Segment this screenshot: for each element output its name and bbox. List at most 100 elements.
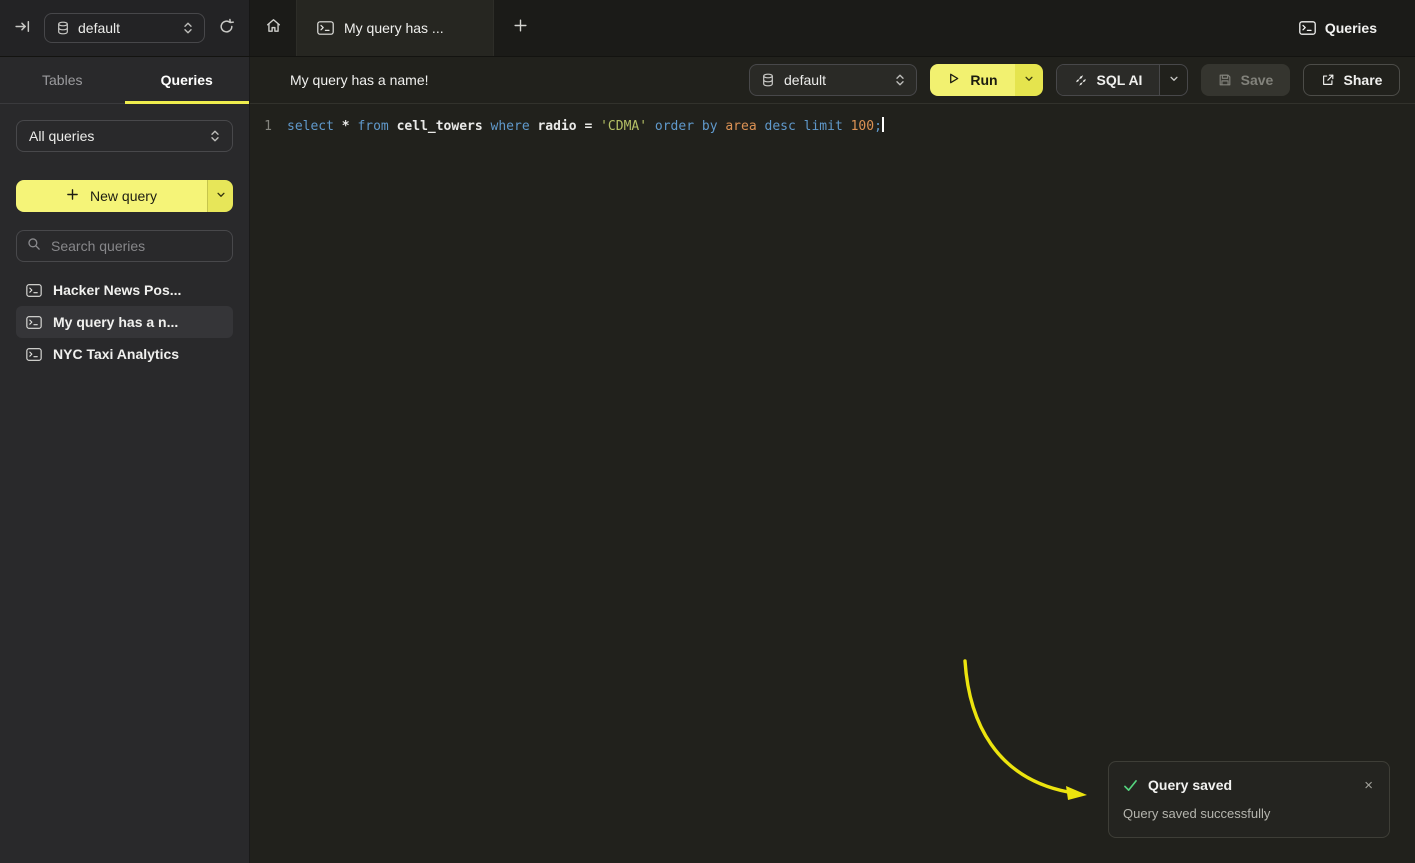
- toast-message: Query saved successfully: [1123, 806, 1375, 821]
- sql-token-keyword: select: [287, 119, 342, 134]
- save-icon: [1218, 73, 1232, 87]
- saved-query-label: Hacker News Pos...: [53, 282, 181, 298]
- updown-chevron-icon: [210, 129, 220, 143]
- query-header: My query has a name! default: [250, 57, 1415, 104]
- sql-code: select * from cell_towers where radio = …: [287, 116, 884, 138]
- new-query-label: New query: [90, 188, 157, 204]
- toast-close-button[interactable]: ×: [1362, 778, 1375, 793]
- new-query-split-button: New query: [16, 180, 233, 212]
- queries-indicator[interactable]: Queries: [1299, 0, 1415, 56]
- sql-ai-label: SQL AI: [1097, 72, 1143, 88]
- sql-token-keyword: where: [491, 119, 538, 134]
- query-filter-value: All queries: [29, 128, 94, 144]
- refresh-button[interactable]: [218, 18, 235, 38]
- sql-token-operator: =: [584, 119, 600, 134]
- home-button[interactable]: [250, 0, 296, 56]
- toolbar-database-value: default: [784, 72, 826, 88]
- down-chevron-icon: [1169, 71, 1179, 89]
- share-icon: [1321, 73, 1335, 87]
- text-cursor: [882, 117, 884, 132]
- sql-ai-dropdown-button[interactable]: [1159, 65, 1187, 95]
- saved-query-item[interactable]: Hacker News Pos...: [16, 274, 233, 306]
- sql-token-identifier: cell_towers: [397, 119, 491, 134]
- search-queries-field: [16, 230, 233, 262]
- run-button[interactable]: Run: [930, 64, 1015, 96]
- queries-indicator-label: Queries: [1325, 20, 1377, 36]
- sidebar: Tables Queries All queries: [0, 57, 250, 863]
- toast-title: Query saved: [1148, 777, 1232, 793]
- new-query-button[interactable]: New query: [16, 180, 207, 212]
- save-label: Save: [1241, 72, 1274, 88]
- sql-console-app: default: [0, 0, 1415, 863]
- plus-icon: [513, 18, 528, 38]
- sql-token-keyword: desc: [765, 119, 804, 134]
- database-icon: [56, 21, 70, 35]
- updown-chevron-icon: [183, 21, 193, 35]
- play-icon: [947, 72, 960, 88]
- sidebar-tab-queries[interactable]: Queries: [125, 57, 250, 103]
- saved-queries-list: Hacker News Pos... My query has a n...: [16, 274, 233, 370]
- topbar-database-selector[interactable]: default: [44, 13, 205, 43]
- saved-query-label: My query has a n...: [53, 314, 178, 330]
- body: Tables Queries All queries: [0, 57, 1415, 863]
- sql-token-identifier: radio: [537, 119, 584, 134]
- topbar: default: [0, 0, 1415, 57]
- saved-query-item[interactable]: My query has a n...: [16, 306, 233, 338]
- topbar-database-value: default: [78, 20, 120, 36]
- down-chevron-icon: [216, 187, 226, 205]
- run-split-button: Run: [930, 64, 1043, 96]
- saved-query-item[interactable]: NYC Taxi Analytics: [16, 338, 233, 370]
- query-title: My query has a name!: [290, 72, 429, 88]
- terminal-icon: [26, 348, 42, 361]
- sql-ai-button[interactable]: SQL AI: [1057, 65, 1159, 95]
- search-queries-input[interactable]: [49, 237, 222, 255]
- new-query-dropdown-button[interactable]: [207, 180, 233, 212]
- sql-editor[interactable]: 1 select * from cell_towers where radio …: [250, 104, 1415, 863]
- terminal-icon: [26, 316, 42, 329]
- sql-token-punct: ;: [874, 119, 882, 134]
- run-dropdown-button[interactable]: [1015, 64, 1043, 96]
- plus-icon: [66, 188, 79, 204]
- toolbar-database-selector[interactable]: default: [749, 64, 917, 96]
- query-toolbar: default: [749, 64, 1400, 96]
- sidebar-tab-tables[interactable]: Tables: [0, 57, 125, 103]
- sql-token-keyword: from: [357, 119, 396, 134]
- tab-label: My query has ...: [344, 20, 444, 36]
- check-icon: [1123, 779, 1138, 792]
- share-label: Share: [1344, 72, 1383, 88]
- home-icon: [265, 17, 282, 39]
- sidebar-tab-tables-label: Tables: [42, 72, 82, 88]
- sidebar-content: All queries New query: [0, 104, 249, 386]
- sql-token-keyword: limit: [804, 119, 851, 134]
- collapse-sidebar-icon: [14, 18, 31, 38]
- refresh-icon: [218, 18, 235, 38]
- sql-ai-split-button: SQL AI: [1056, 64, 1188, 96]
- terminal-icon: [1299, 21, 1316, 35]
- terminal-icon: [317, 21, 334, 35]
- query-filter-select[interactable]: All queries: [16, 120, 233, 152]
- new-tab-button[interactable]: [494, 0, 546, 56]
- sql-token-string: 'CDMA': [600, 119, 655, 134]
- sql-token-operator: *: [342, 119, 358, 134]
- down-chevron-icon: [1024, 71, 1034, 89]
- sparkles-icon: [1074, 73, 1088, 87]
- close-icon: ×: [1364, 777, 1373, 794]
- sidebar-tabs: Tables Queries: [0, 57, 249, 104]
- search-icon: [27, 237, 41, 256]
- toast-query-saved: Query saved × Query saved successfully: [1108, 761, 1390, 838]
- main-panel: My query has a name! default: [250, 57, 1415, 863]
- run-label: Run: [970, 72, 997, 88]
- line-number: 1: [250, 116, 272, 138]
- save-button[interactable]: Save: [1201, 64, 1290, 96]
- share-button[interactable]: Share: [1303, 64, 1400, 96]
- terminal-icon: [26, 284, 42, 297]
- collapse-sidebar-button[interactable]: [14, 18, 31, 38]
- sql-token-keyword: by: [702, 119, 725, 134]
- tab-my-query[interactable]: My query has ...: [296, 0, 494, 56]
- database-icon: [761, 73, 775, 87]
- sql-token-builtin: area: [725, 119, 764, 134]
- saved-query-label: NYC Taxi Analytics: [53, 346, 179, 362]
- code-line: 1 select * from cell_towers where radio …: [250, 116, 1415, 138]
- updown-chevron-icon: [895, 73, 905, 87]
- toast-header: Query saved ×: [1123, 777, 1375, 793]
